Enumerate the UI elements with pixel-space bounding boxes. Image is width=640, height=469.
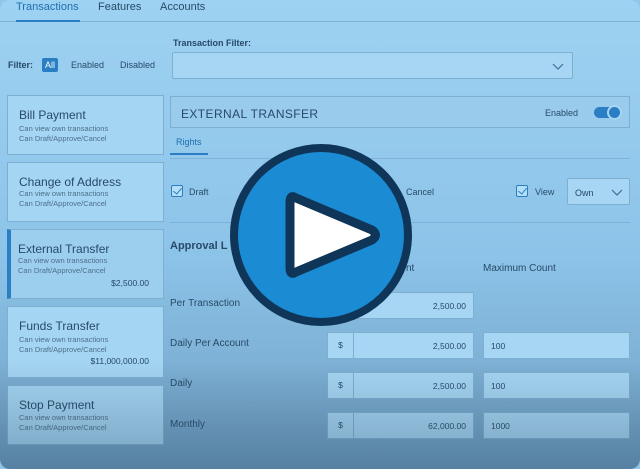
count-value: 100 — [491, 341, 506, 351]
filter-disabled[interactable]: Disabled — [117, 58, 158, 72]
tab-features[interactable]: Features — [98, 0, 141, 22]
transaction-filter-label: Transaction Filter: — [173, 38, 252, 48]
draft-checkbox[interactable] — [171, 185, 183, 197]
amount-value: 2,500.00 — [432, 301, 466, 311]
count-value: 1000 — [491, 421, 510, 431]
enabled-label: Enabled — [545, 108, 579, 118]
tab-rights[interactable]: Rights — [170, 137, 208, 155]
video-frame: Transactions Features Accounts Filter: A… — [0, 0, 640, 469]
card-stop-payment[interactable]: Stop Payment Can view own transactions C… — [7, 385, 164, 445]
view-label: View — [535, 187, 555, 197]
card-desc: Can Draft/Approve/Cancel — [19, 345, 107, 354]
currency-symbol: $ — [328, 413, 354, 438]
card-amount: $11,000,000.00 — [90, 356, 149, 366]
card-change-of-address[interactable]: Change of Address Can view own transacti… — [7, 162, 164, 222]
daily-count[interactable]: 100 — [483, 372, 630, 399]
limit-label: Per Transaction — [170, 298, 241, 309]
amount-value: 2,500.00 — [432, 381, 466, 391]
filter-all[interactable]: All — [42, 58, 59, 72]
transaction-filter-select[interactable] — [172, 52, 573, 79]
amount-column-header: nt — [406, 263, 415, 274]
draft-label: Draft — [189, 187, 209, 197]
enabled-toggle[interactable] — [594, 105, 622, 120]
card-desc: Can Draft/Approve/Cancel — [18, 266, 106, 275]
card-bill-payment[interactable]: Bill Payment Can view own transactions C… — [7, 95, 164, 155]
view-scope-select[interactable]: Own — [567, 178, 630, 205]
limit-label: Daily Per Account — [170, 338, 249, 349]
card-desc: Can Draft/Approve/Cancel — [19, 423, 107, 432]
amount-value: 62,000.00 — [428, 421, 466, 431]
tab-accounts[interactable]: Accounts — [160, 0, 205, 22]
limit-label: Monthly — [170, 419, 206, 430]
amount-value: 2,500.00 — [432, 341, 466, 351]
count-column-header: Maximum Count — [483, 263, 556, 274]
currency-symbol: $ — [328, 373, 354, 398]
chevron-down-icon — [611, 189, 623, 196]
daily-per-account-count[interactable]: 100 — [483, 332, 630, 359]
filter-enabled[interactable]: Enabled — [68, 58, 107, 72]
view-scope-value: Own — [575, 188, 594, 198]
card-title: Bill Payment — [19, 108, 86, 122]
monthly-amount[interactable]: $ 62,000.00 — [327, 412, 474, 439]
card-desc: Can view own transactions — [18, 256, 108, 265]
play-button[interactable] — [230, 144, 412, 326]
cancel-label: Cancel — [406, 187, 435, 197]
top-tabs: Transactions Features Accounts — [0, 0, 640, 22]
daily-amount[interactable]: $ 2,500.00 — [327, 372, 474, 399]
panel-title: EXTERNAL TRANSFER — [181, 107, 319, 121]
card-title: Stop Payment — [19, 398, 95, 412]
card-desc: Can Draft/Approve/Cancel — [19, 199, 107, 208]
card-desc: Can view own transactions — [19, 124, 109, 133]
approval-limits-title: Approval L — [170, 240, 228, 252]
card-title: External Transfer — [18, 242, 110, 256]
card-external-transfer[interactable]: External Transfer Can view own transacti… — [7, 229, 164, 299]
monthly-count[interactable]: 1000 — [483, 412, 630, 439]
card-desc: Can Draft/Approve/Cancel — [19, 134, 107, 143]
daily-per-account-amount[interactable]: $ 2,500.00 — [327, 332, 474, 359]
limit-label: Daily — [170, 378, 193, 389]
card-title: Funds Transfer — [19, 319, 100, 333]
card-desc: Can view own transactions — [19, 413, 109, 422]
card-funds-transfer[interactable]: Funds Transfer Can view own transactions… — [7, 306, 164, 378]
currency-symbol: $ — [328, 333, 354, 358]
chevron-down-icon — [552, 63, 564, 70]
tab-transactions[interactable]: Transactions — [16, 0, 80, 22]
count-value: 100 — [491, 381, 506, 391]
play-icon — [285, 192, 380, 278]
card-desc: Can view own transactions — [19, 335, 109, 344]
card-amount: $2,500.00 — [111, 278, 149, 288]
view-checkbox[interactable] — [516, 185, 528, 197]
card-title: Change of Address — [19, 175, 122, 189]
card-desc: Can view own transactions — [19, 189, 109, 198]
filter-label: Filter: — [8, 60, 34, 70]
panel-header: EXTERNAL TRANSFER Enabled — [170, 96, 630, 128]
